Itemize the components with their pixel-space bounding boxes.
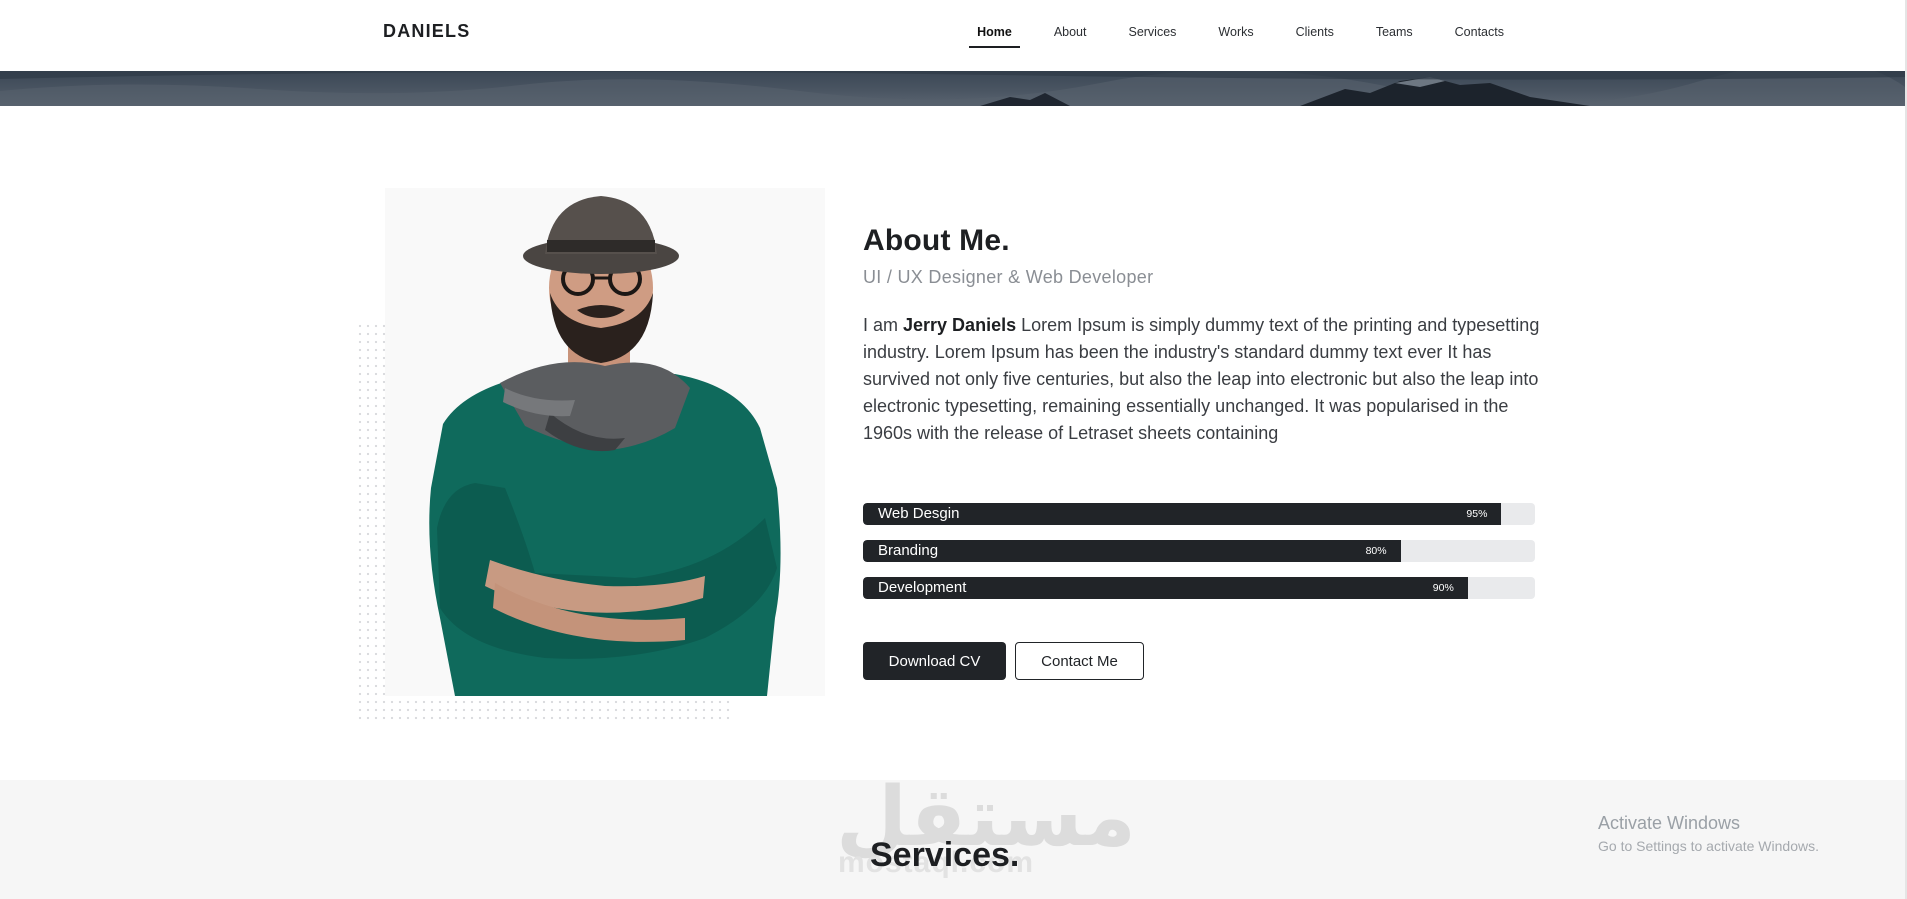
- hero-background-image: [0, 71, 1905, 106]
- skill-fill-branding: [863, 540, 1401, 562]
- activate-windows-subtitle: Go to Settings to activate Windows.: [1598, 838, 1819, 854]
- profile-photo: [385, 188, 825, 696]
- nav-link-services[interactable]: Services: [1107, 0, 1197, 64]
- activate-windows-title: Activate Windows: [1598, 813, 1741, 833]
- nav-link-about[interactable]: About: [1033, 0, 1108, 64]
- about-title: About Me.: [863, 224, 1010, 257]
- brand-logo[interactable]: DANIELS: [383, 21, 470, 42]
- skill-bar-web-design: Web Desgin 95%: [863, 503, 1535, 525]
- nav-link-clients[interactable]: Clients: [1275, 0, 1355, 64]
- about-description: I am Jerry Daniels Lorem Ipsum is simply…: [863, 312, 1543, 447]
- skill-percent: 80%: [1365, 545, 1387, 557]
- about-subtitle: UI / UX Designer & Web Developer: [863, 267, 1154, 287]
- nav-menu: Home About Services Works Clients Teams …: [956, 0, 1525, 64]
- skill-label: Web Desgin: [878, 505, 960, 522]
- nav-link-home[interactable]: Home: [956, 0, 1033, 64]
- skill-percent: 90%: [1432, 582, 1454, 594]
- skill-bar-branding: Branding 80%: [863, 540, 1535, 562]
- nav-link-works[interactable]: Works: [1197, 0, 1274, 64]
- nav-link-contacts[interactable]: Contacts: [1434, 0, 1525, 64]
- about-intro-prefix: I am: [863, 315, 904, 335]
- services-title: Services.: [870, 836, 1020, 874]
- about-name: Jerry Daniels: [903, 315, 1017, 335]
- skill-label: Development: [878, 579, 967, 596]
- contact-me-button[interactable]: Contact Me: [1015, 642, 1144, 680]
- navbar: DANIELS Home About Services Works Client…: [0, 0, 1905, 71]
- skill-percent: 95%: [1466, 508, 1488, 520]
- skill-bar-development: Development 90%: [863, 577, 1535, 599]
- download-cv-button[interactable]: Download CV: [863, 642, 1006, 680]
- skill-label: Branding: [878, 542, 939, 559]
- nav-link-teams[interactable]: Teams: [1355, 0, 1434, 64]
